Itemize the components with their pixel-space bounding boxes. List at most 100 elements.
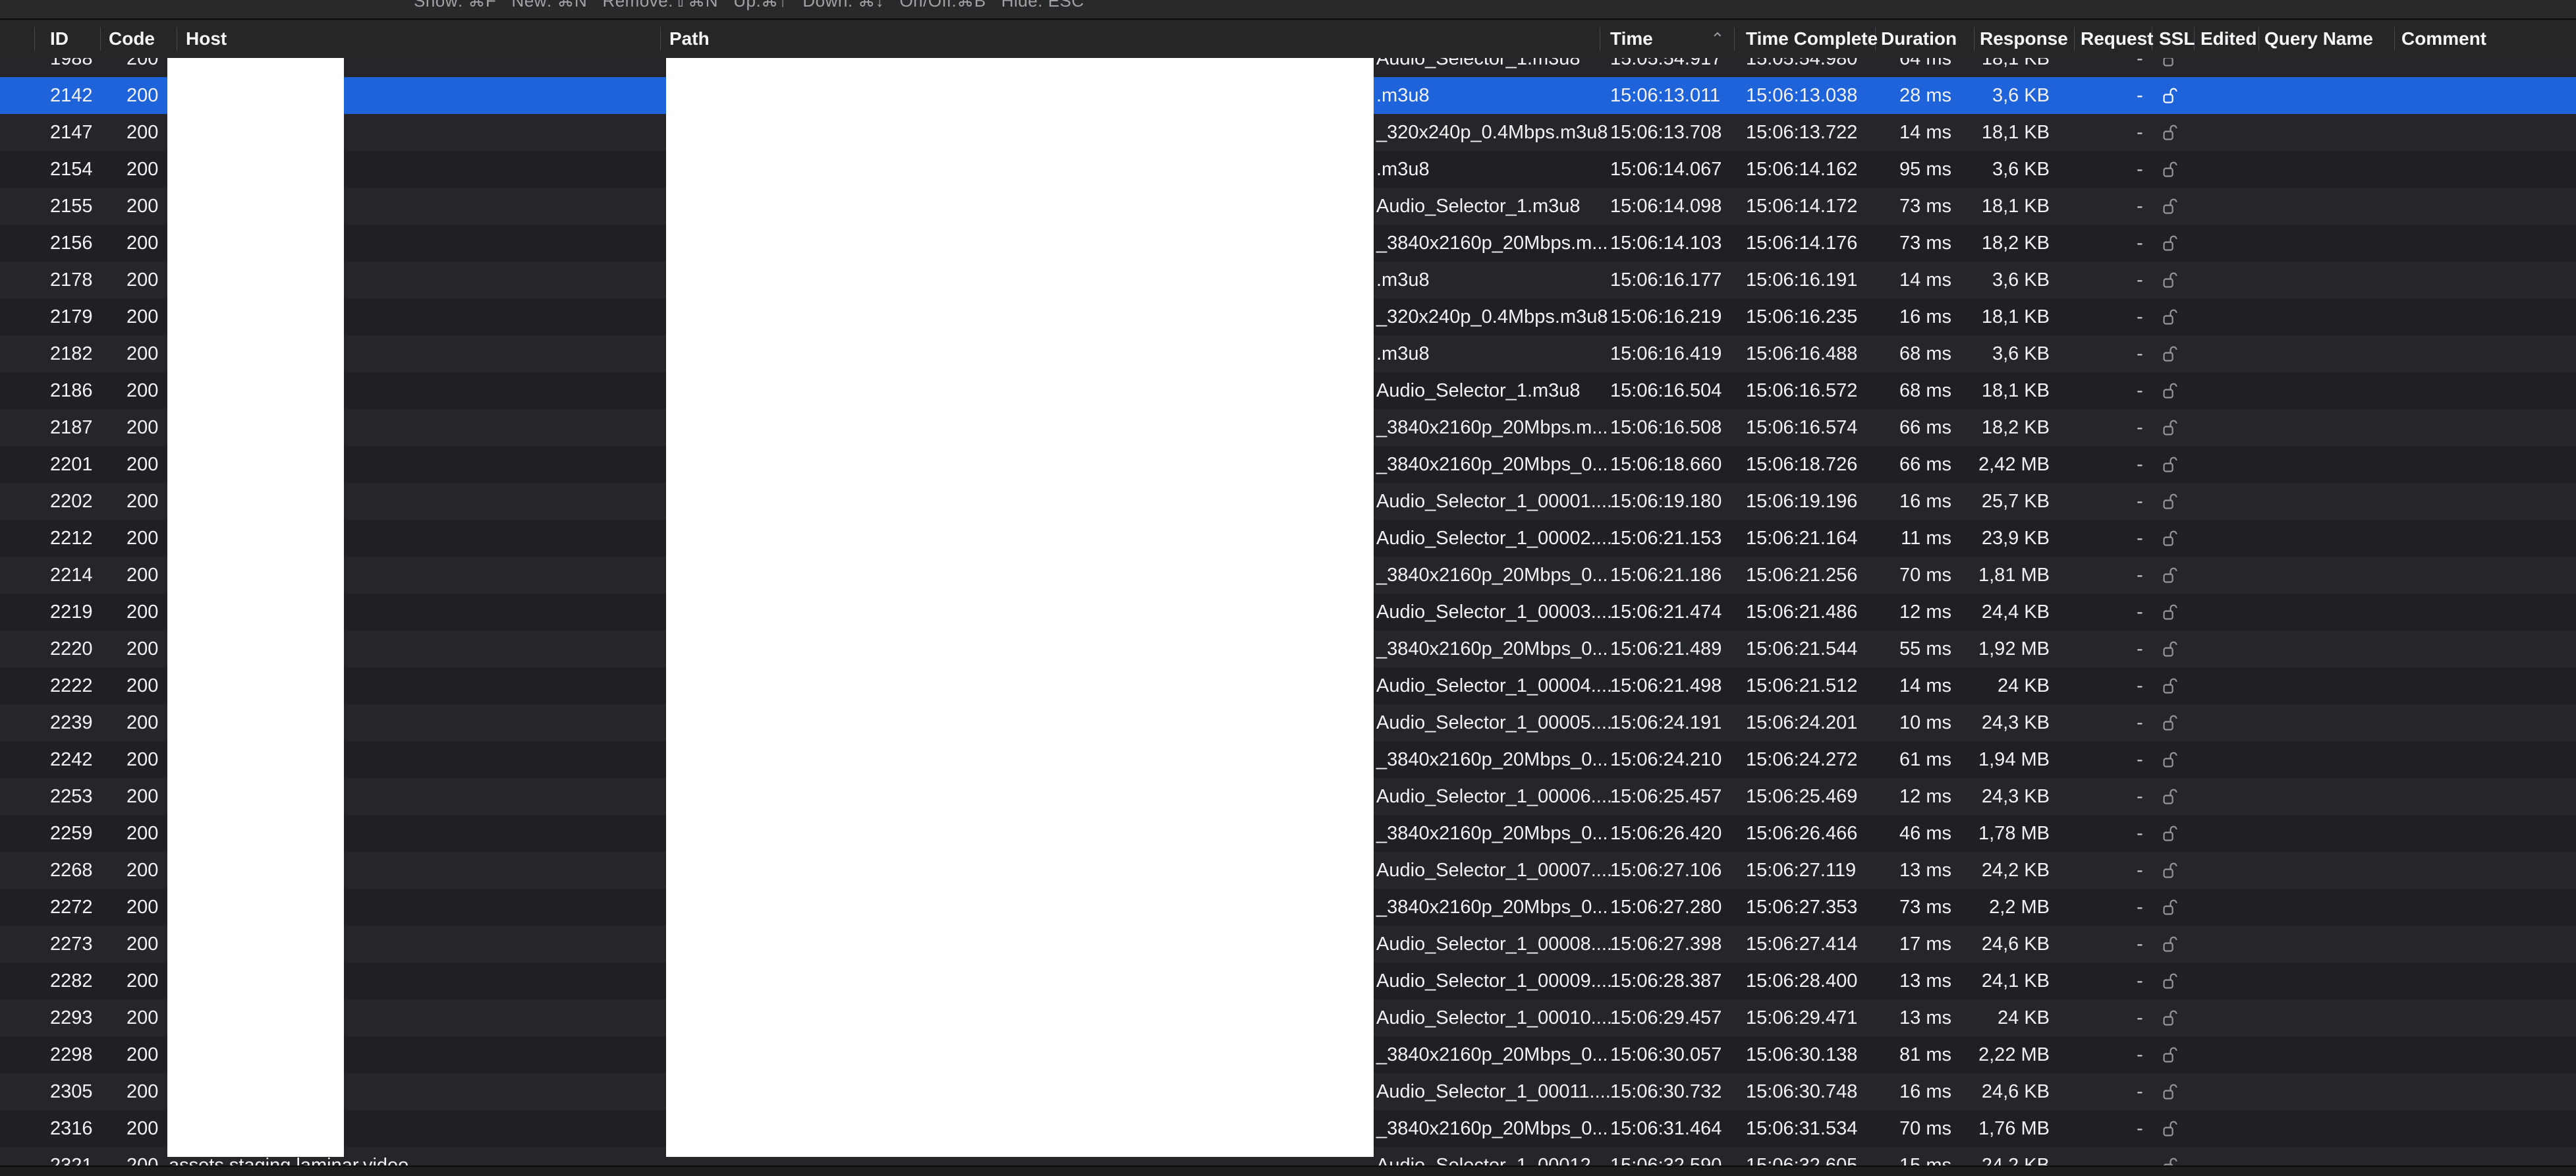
cell-response: 3,6 KB (1992, 159, 2050, 180)
cell-id: 2201 (50, 454, 93, 475)
cell-id: 2272 (50, 897, 93, 918)
cell-response: 18,1 KB (1981, 122, 2050, 143)
cell-path: _3840x2160p_20Mbps_0... (1376, 454, 1608, 475)
ssl-unlocked-icon (2163, 456, 2179, 473)
cell-path: _3840x2160p_20Mbps_0... (1376, 565, 1608, 586)
cell-code: 200 (126, 122, 159, 143)
cell-response: 2,22 MB (1978, 1044, 2050, 1065)
cell-response: 24,2 KB (1981, 860, 2050, 881)
cell-response: 3,6 KB (1992, 343, 2050, 364)
cell-response: 2,2 MB (1989, 897, 2050, 918)
column-header-code[interactable]: Code (109, 20, 155, 58)
column-header-path[interactable]: Path (669, 20, 710, 58)
cell-time: 15:06:30.057 (1610, 1044, 1722, 1065)
cell-response: 25,7 KB (1981, 491, 2050, 512)
cell-response: 1,94 MB (1978, 749, 2050, 770)
cell-code: 200 (126, 343, 159, 364)
cell-id: 2293 (50, 1007, 93, 1028)
column-header-id[interactable]: ID (50, 20, 69, 58)
column-header-comment[interactable]: Comment (2401, 20, 2486, 58)
cell-path: Audio_Selector_1_00007.... (1376, 860, 1612, 881)
cell-time: 15:06:21.498 (1610, 675, 1722, 696)
cell-code: 200 (126, 159, 159, 180)
cell-id: 2187 (50, 417, 93, 438)
column-header-edited[interactable]: Edited (2200, 20, 2257, 58)
cell-path: _3840x2160p_20Mbps_0... (1376, 823, 1608, 844)
ssl-unlocked-icon (2163, 1083, 2179, 1100)
cell-request: - (2137, 343, 2143, 364)
cell-time: 15:06:16.177 (1610, 269, 1722, 291)
cell-request: - (2137, 1007, 2143, 1028)
cell-time: 15:06:28.387 (1610, 970, 1722, 992)
cell-request: - (2137, 970, 2143, 992)
cell-response: 24,3 KB (1981, 786, 2050, 807)
cell-path: Audio_Selector_1_00006.... (1376, 786, 1612, 807)
cell-request: - (2137, 749, 2143, 770)
column-header-host[interactable]: Host (186, 20, 227, 58)
cell-time: 15:06:26.420 (1610, 823, 1722, 844)
ssl-unlocked-icon (2163, 87, 2179, 104)
ssl-unlocked-icon (2163, 862, 2179, 879)
header-separator (2258, 27, 2259, 51)
cell-response: 18,1 KB (1981, 306, 2050, 327)
column-header-request[interactable]: Request (2081, 20, 2153, 58)
ssl-unlocked-icon (2163, 198, 2179, 215)
cell-request: - (2137, 122, 2143, 143)
cell-path: _320x240p_0.4Mbps.m3u8 (1376, 122, 1608, 143)
cell-id: 2214 (50, 565, 93, 586)
cell-request: - (2137, 454, 2143, 475)
ssl-unlocked-icon (2163, 751, 2179, 768)
cell-id: 2268 (50, 860, 93, 881)
ssl-unlocked-icon (2163, 161, 2179, 178)
cell-path: Audio_Selector_1_00009.... (1376, 970, 1612, 992)
cell-path: Audio_Selector_1_00003.... (1376, 602, 1612, 623)
cell-time: 15:06:16.219 (1610, 306, 1722, 327)
ssl-unlocked-icon (2163, 124, 2179, 141)
cell-path: _3840x2160p_20Mbps_0... (1376, 638, 1608, 659)
cell-response: 1,76 MB (1978, 1118, 2050, 1139)
column-header-query-name[interactable]: Query Name (2264, 20, 2373, 58)
cell-path: Audio_Selector_1.m3u8 (1376, 380, 1581, 401)
column-header-response[interactable]: Response (1980, 20, 2068, 58)
cell-code: 200 (126, 233, 159, 254)
cell-request: - (2137, 1118, 2143, 1139)
cell-request: - (2137, 602, 2143, 623)
cell-code: 200 (126, 491, 159, 512)
cell-request: - (2137, 417, 2143, 438)
cell-response: 24,6 KB (1981, 934, 2050, 955)
column-header-ssl[interactable]: SSL (2159, 20, 2195, 58)
cell-id: 2282 (50, 970, 93, 992)
cell-request: - (2137, 380, 2143, 401)
cell-response: 18,2 KB (1981, 233, 2050, 254)
cell-code: 200 (126, 897, 159, 918)
cell-path: Audio_Selector_1_00004.... (1376, 675, 1612, 696)
cell-response: 1,92 MB (1978, 638, 2050, 659)
ssl-unlocked-icon (2163, 899, 2179, 916)
cell-id: 2316 (50, 1118, 93, 1139)
cell-path: _3840x2160p_20Mbps.m... (1376, 417, 1608, 438)
cell-code: 200 (126, 269, 159, 291)
cell-request: - (2137, 565, 2143, 586)
ssl-unlocked-icon (2163, 235, 2179, 252)
ssl-unlocked-icon (2163, 640, 2179, 658)
cell-code: 200 (126, 823, 159, 844)
cell-time: 15:06:14.103 (1610, 233, 1722, 254)
column-header-time-complete[interactable]: Time Complete (1746, 20, 1878, 58)
ssl-unlocked-icon (2163, 382, 2179, 399)
ssl-unlocked-icon (2163, 345, 2179, 362)
table-header: ID Code Host Path Time ⌃ Time Complete D… (0, 20, 2576, 58)
cell-request: - (2137, 786, 2143, 807)
cell-request: - (2137, 712, 2143, 733)
cell-request: - (2137, 233, 2143, 254)
cell-code: 200 (126, 1081, 159, 1102)
cell-request: - (2137, 638, 2143, 659)
cell-id: 2298 (50, 1044, 93, 1065)
cell-time: 15:06:27.398 (1610, 934, 1722, 955)
cell-path: _3840x2160p_20Mbps_0... (1376, 1118, 1608, 1139)
column-header-time[interactable]: Time (1610, 20, 1653, 58)
cell-code: 200 (126, 675, 159, 696)
cell-code: 200 (126, 306, 159, 327)
cell-time: 15:06:21.186 (1610, 565, 1722, 586)
cell-id: 2212 (50, 528, 93, 549)
column-header-duration[interactable]: Duration (1881, 20, 1957, 58)
